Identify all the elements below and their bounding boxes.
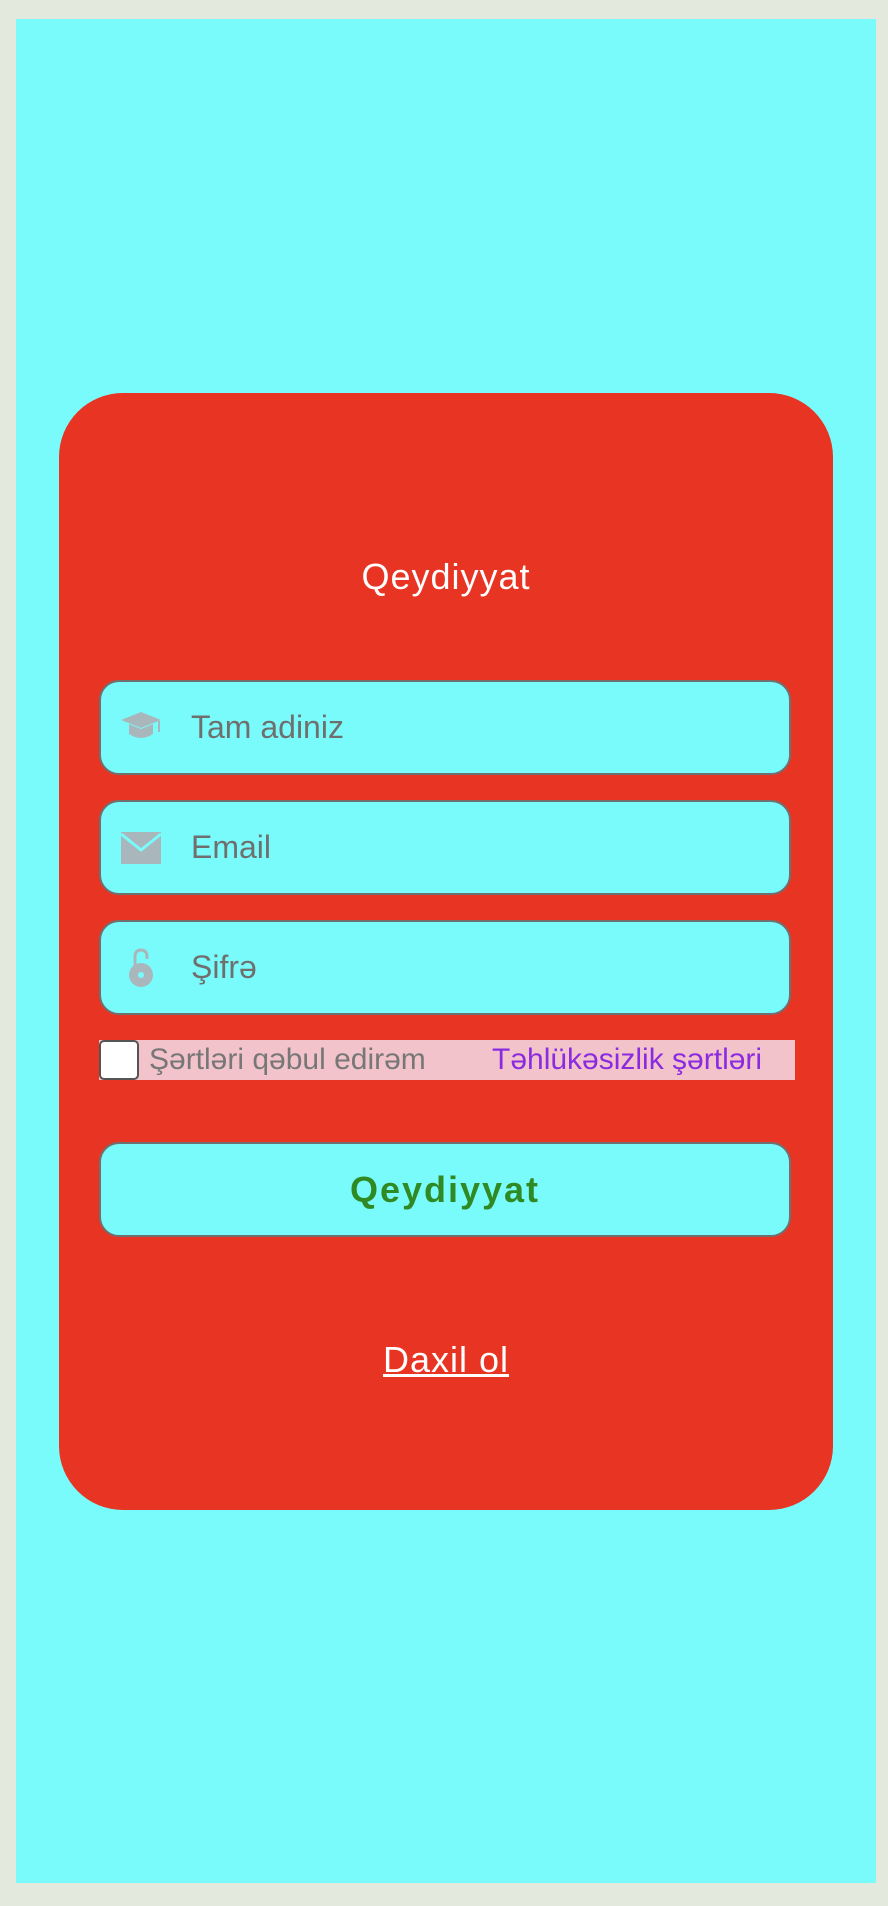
register-button[interactable]: Qeydiyyat	[99, 1142, 791, 1237]
unlock-icon	[119, 948, 163, 988]
card-title: Qeydiyyat	[361, 556, 531, 597]
terms-checkbox[interactable]	[99, 1040, 139, 1080]
fullname-field[interactable]: Tam adiniz	[99, 680, 791, 775]
graduation-cap-icon	[119, 708, 163, 748]
email-placeholder: Email	[191, 829, 272, 865]
terms-row: Şərtləri qəbul edirəm Təhlükəsizlik şərt…	[99, 1040, 795, 1080]
password-placeholder: Şifrə	[191, 949, 257, 985]
terms-label: Şərtləri qəbul edirəm	[149, 1043, 426, 1076]
email-field[interactable]: Email	[99, 800, 791, 895]
security-terms-link[interactable]: Təhlükəsizlik şərtləri	[492, 1040, 762, 1080]
envelope-icon	[119, 828, 163, 868]
fullname-placeholder: Tam adiniz	[191, 709, 344, 745]
login-link[interactable]: Daxil ol	[59, 1339, 833, 1381]
password-field[interactable]: Şifrə	[99, 920, 791, 1015]
register-card: Qeydiyyat Tam adiniz Email Şifrə Şərtlər…	[59, 393, 833, 1510]
app-screen: Qeydiyyat Tam adiniz Email Şifrə Şərtlər…	[16, 19, 876, 1883]
